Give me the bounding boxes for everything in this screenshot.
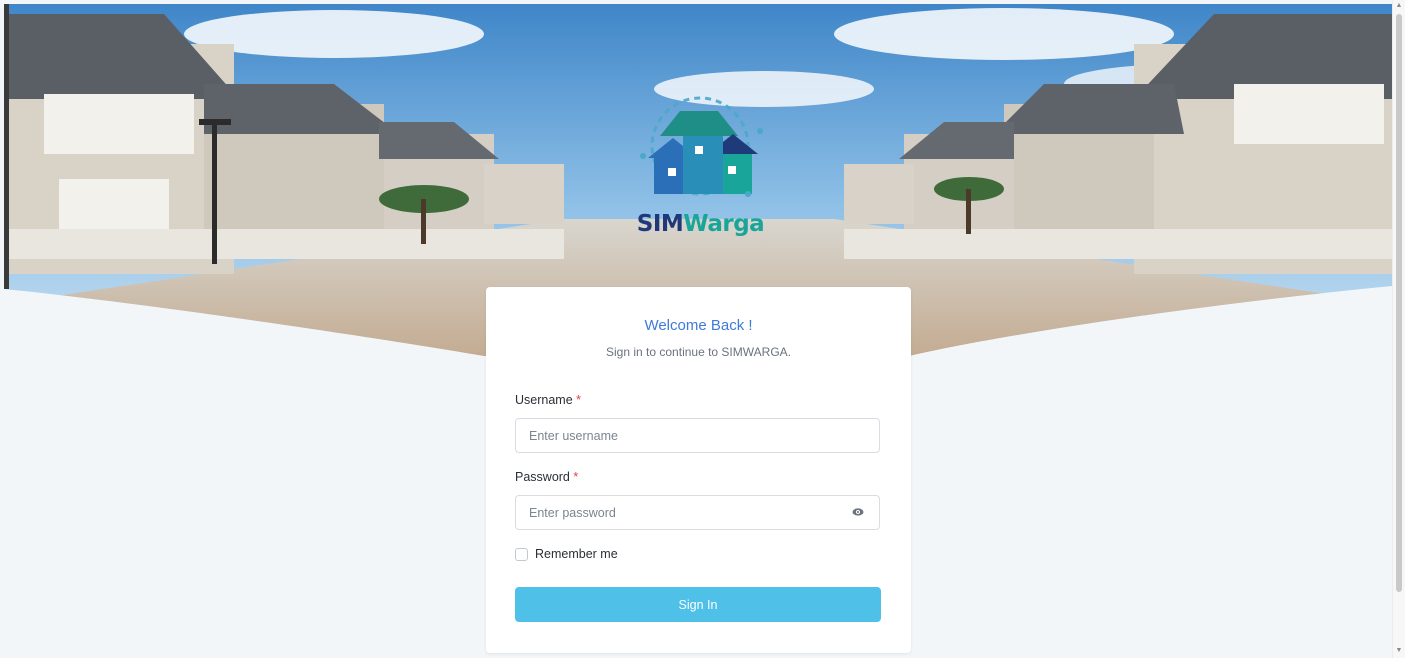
sign-in-button[interactable]: Sign In — [515, 587, 881, 622]
password-required-mark: * — [573, 470, 579, 484]
password-input[interactable] — [515, 495, 880, 530]
login-card: Welcome Back ! Sign in to continue to SI… — [486, 287, 911, 653]
username-required-mark: * — [576, 393, 582, 407]
logo-wordmark: SIMWarga — [628, 211, 773, 237]
username-label-text: Username — [515, 393, 573, 407]
password-label: Password * — [515, 470, 578, 484]
login-title: Welcome Back ! — [644, 317, 753, 334]
vertical-scrollbar[interactable]: ▲ ▼ — [1392, 0, 1405, 658]
chevron-up-icon[interactable]: ▲ — [1395, 2, 1403, 10]
remember-me-checkbox[interactable] — [515, 548, 528, 561]
remember-me-label[interactable]: Remember me — [535, 547, 618, 561]
login-page: SIMWarga Welcome Back ! Sign in to conti… — [0, 0, 1405, 658]
logo-wordmark-warga: Warga — [683, 211, 765, 237]
house-logo-icon — [640, 96, 763, 197]
chevron-down-icon[interactable]: ▼ — [1395, 647, 1403, 655]
simwarga-logo: SIMWarga — [628, 96, 773, 246]
username-input[interactable] — [515, 418, 880, 453]
scrollbar-thumb[interactable] — [1396, 14, 1402, 592]
password-label-text: Password — [515, 470, 570, 484]
login-subtitle: Sign in to continue to SIMWARGA. — [606, 345, 791, 359]
username-label: Username * — [515, 393, 581, 407]
eye-icon[interactable] — [851, 505, 865, 519]
logo-wordmark-sim: SIM — [636, 211, 684, 237]
